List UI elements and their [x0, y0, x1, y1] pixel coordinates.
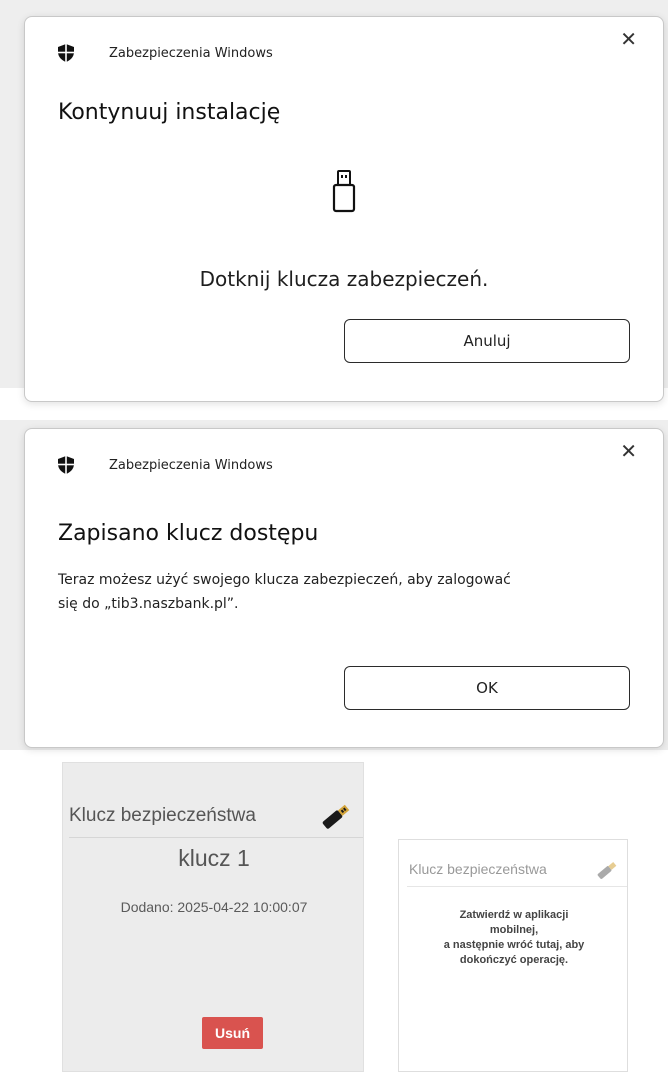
- confirm-message: Zatwierdź w aplikacji mobilnej, a następ…: [399, 908, 629, 968]
- message-line: się do „tib3.naszbank.pl”.: [58, 596, 239, 612]
- shield-icon: [58, 456, 74, 474]
- key-name: klucz 1: [178, 845, 250, 871]
- usb-token-icon: [597, 862, 617, 879]
- security-key-panel: Klucz bezpieczeństwa klucz 1 Dodano: 202…: [62, 762, 364, 1072]
- close-icon[interactable]: ✕: [620, 27, 637, 51]
- message-line: mobilnej,: [489, 924, 539, 936]
- remove-button[interactable]: Usuń: [202, 1017, 263, 1049]
- panel-header: Klucz bezpieczeństwa: [407, 858, 627, 887]
- dialog-header: Zabezpieczenia Windows: [56, 41, 273, 65]
- mobile-confirm-panel: Klucz bezpieczeństwa Zatwierdź w aplikac…: [398, 839, 628, 1072]
- panel-title: Klucz bezpieczeństwa: [69, 805, 256, 826]
- key-saved-dialog: Zabezpieczenia Windows ✕ Zapisano klucz …: [24, 428, 664, 748]
- message-line: dokończyć operację.: [459, 954, 569, 966]
- usb-token-icon: [322, 804, 350, 829]
- dialog-header: Zabezpieczenia Windows: [56, 453, 273, 477]
- dialog-app-name: Zabezpieczenia Windows: [109, 45, 273, 61]
- panel-title: Klucz bezpieczeństwa: [409, 861, 547, 877]
- cancel-button[interactable]: Anuluj: [344, 319, 630, 363]
- dialog-title: Zapisano klucz dostępu: [58, 521, 319, 546]
- dialog-message: Teraz możesz użyć swojego klucza zabezpi…: [58, 568, 638, 616]
- close-icon[interactable]: ✕: [620, 439, 637, 463]
- panel-header: Klucz bezpieczeństwa: [69, 801, 363, 838]
- message-line: Zatwierdź w aplikacji: [459, 909, 569, 921]
- dialog-app-name: Zabezpieczenia Windows: [109, 457, 273, 473]
- key-added-date: Dodano: 2025-04-22 10:00:07: [120, 899, 308, 915]
- usb-key-icon: [332, 170, 356, 213]
- shield-icon: [58, 44, 74, 62]
- ok-button[interactable]: OK: [344, 666, 630, 710]
- message-line: a następnie wróć tutaj, aby: [443, 939, 585, 951]
- touch-instruction: Dotknij klucza zabezpieczeń.: [199, 267, 489, 291]
- touch-key-dialog: Zabezpieczenia Windows ✕ Kontynuuj insta…: [24, 16, 664, 402]
- dialog-title: Kontynuuj instalację: [58, 100, 281, 125]
- message-line: Teraz możesz użyć swojego klucza zabezpi…: [58, 572, 511, 588]
